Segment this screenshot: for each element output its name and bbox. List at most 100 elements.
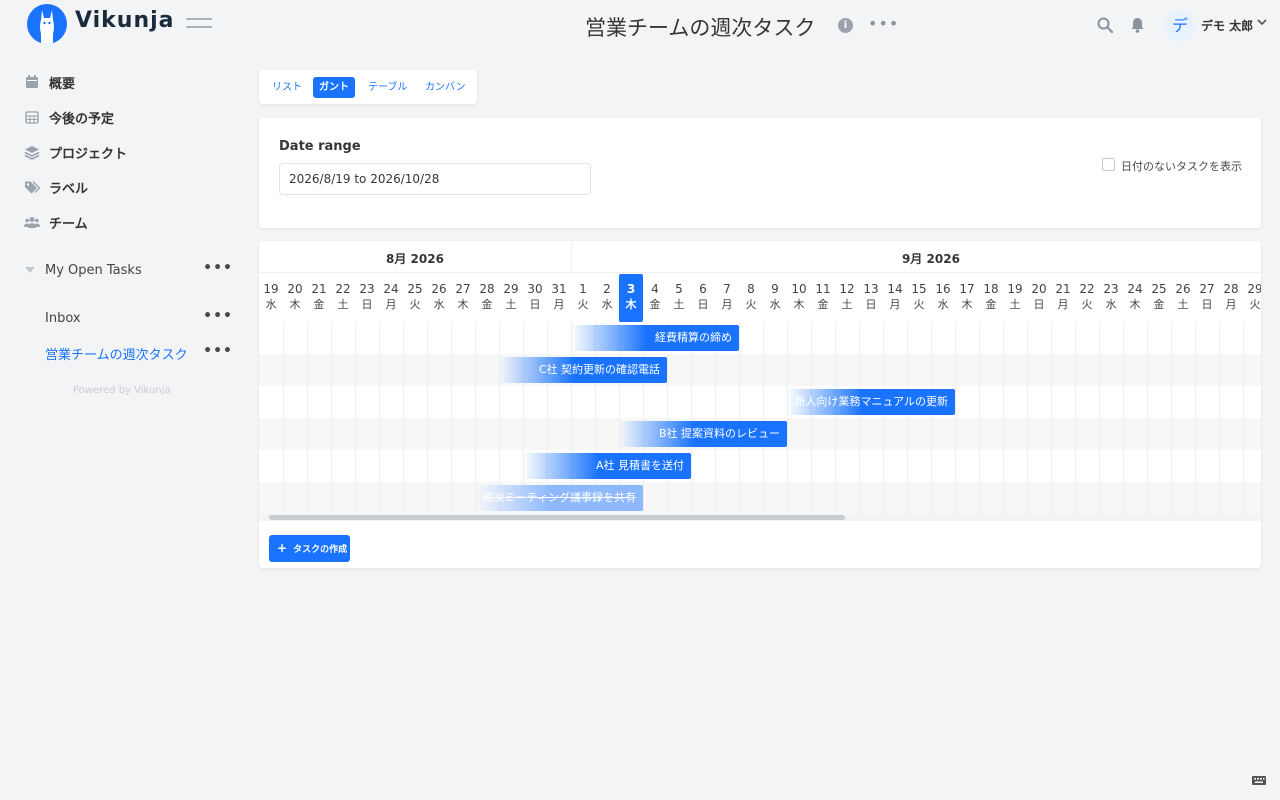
day-number: 4 <box>651 282 659 296</box>
weekday: 日 <box>865 298 877 311</box>
day-number: 27 <box>1199 282 1215 296</box>
day-label: 19 土 <box>1003 281 1027 313</box>
day-label: 29 火 <box>1243 281 1261 313</box>
day-number: 2 <box>603 282 611 296</box>
day-number: 23 <box>1103 282 1119 296</box>
weekday: 金 <box>481 298 493 311</box>
date-range-card: Date range 2026/8/19 to 2026/10/28 日付のない… <box>259 118 1261 228</box>
user-name[interactable]: デモ 太郎 <box>1201 17 1253 34</box>
create-task-button[interactable]: + タスクの作成 <box>269 535 350 562</box>
weekday: 月 <box>721 298 733 311</box>
sidebar-item-label: 概要 <box>49 76 76 92</box>
day-label: 26 土 <box>1171 281 1195 313</box>
show-undated-checkbox[interactable] <box>1102 158 1115 171</box>
weekday: 火 <box>577 298 589 311</box>
day-number: 3 <box>626 282 636 296</box>
grid-line <box>1051 322 1052 514</box>
search-icon[interactable] <box>1097 17 1113 33</box>
app-name[interactable]: Vikunja <box>75 8 175 33</box>
grid-line <box>859 322 860 514</box>
day-number: 6 <box>699 282 707 296</box>
gantt-task-bar[interactable]: 経費精算の締め <box>571 325 739 351</box>
gantt-task-bar[interactable]: 新人向け業務マニュアルの更新 <box>787 389 955 415</box>
weekday: 土 <box>841 298 853 311</box>
avatar[interactable]: デ <box>1165 11 1195 41</box>
sidebar-item-projects[interactable]: プロジェクト <box>24 141 127 163</box>
vikunja-logo-icon[interactable] <box>27 4 67 44</box>
project-more-button[interactable]: ••• <box>203 260 233 276</box>
day-number: 21 <box>311 282 327 296</box>
grid-line <box>427 322 428 514</box>
project-label: 営業チームの週次タスク <box>45 347 188 363</box>
info-icon[interactable]: i <box>838 18 853 33</box>
project-more-button[interactable]: ••• <box>868 14 899 33</box>
weekday: 水 <box>265 298 277 311</box>
sidebar-item-overview[interactable]: 概要 <box>24 71 75 93</box>
weekday: 土 <box>673 298 685 311</box>
day-label: 22 火 <box>1075 281 1099 313</box>
weekday: 日 <box>1033 298 1045 311</box>
weekday: 火 <box>745 298 757 311</box>
weekday: 木 <box>793 298 805 311</box>
chevron-down-icon[interactable] <box>1256 16 1268 28</box>
day-number: 12 <box>839 282 855 296</box>
scrollbar-thumb[interactable] <box>269 515 845 520</box>
project-more-button[interactable]: ••• <box>203 308 233 324</box>
grid-line <box>835 322 836 514</box>
sidebar-project-sales-weekly[interactable]: 営業チームの週次タスク ••• <box>24 342 236 364</box>
day-number: 25 <box>407 282 423 296</box>
weekday: 日 <box>529 298 541 311</box>
powered-by-link[interactable]: Powered by Vikunja <box>73 385 171 396</box>
weekday: 月 <box>385 298 397 311</box>
day-number: 22 <box>335 282 351 296</box>
project-more-button[interactable]: ••• <box>203 343 233 359</box>
weekday: 土 <box>1177 298 1189 311</box>
create-task-label: タスクの作成 <box>293 545 348 555</box>
project-label: Inbox <box>45 310 81 326</box>
gantt-task-bar[interactable]: 週次ミーティング議事録を共有 <box>475 485 643 511</box>
date-range-input[interactable]: 2026/8/19 to 2026/10/28 <box>279 163 591 195</box>
day-number: 16 <box>935 282 951 296</box>
day-number: 28 <box>479 282 495 296</box>
day-label: 30 日 <box>523 281 547 313</box>
show-undated-label[interactable]: 日付のないタスクを表示 <box>1121 158 1242 174</box>
weekday: 水 <box>433 298 445 311</box>
gantt-task-bar[interactable]: C社 契約更新の確認電話 <box>499 357 667 383</box>
day-label: 1火 <box>571 281 595 313</box>
sidebar-item-teams[interactable]: チーム <box>24 211 88 233</box>
day-number: 10 <box>791 282 807 296</box>
collapse-arrow-icon[interactable] <box>24 264 36 276</box>
tab-list[interactable]: リスト <box>266 77 308 98</box>
gantt-chart: 8月 2026 9月 2026 19 水 20 木 21 金 22 土 23 日 24 月 25 火 26 水… <box>259 241 1261 568</box>
day-number: 28 <box>1223 282 1239 296</box>
tab-table[interactable]: テーブル <box>362 77 413 98</box>
grid-line <box>931 322 932 514</box>
sidebar-item-labels[interactable]: ラベル <box>24 176 88 198</box>
day-number: 13 <box>863 282 879 296</box>
day-number: 11 <box>815 282 831 296</box>
tab-gantt[interactable]: ガント <box>313 77 355 98</box>
horizontal-scrollbar[interactable] <box>259 514 1261 521</box>
day-label: 20 木 <box>283 281 307 313</box>
gantt-row <box>259 322 1261 354</box>
bell-icon[interactable] <box>1130 17 1145 33</box>
sidebar-item-label: ラベル <box>49 181 89 197</box>
tab-kanban[interactable]: カンバン <box>419 77 472 98</box>
grid-line <box>1099 322 1100 514</box>
day-label: 3木 <box>619 274 643 322</box>
gantt-task-bar[interactable]: A社 見積書を送付 <box>523 453 691 479</box>
keyboard-icon[interactable] <box>1252 776 1266 785</box>
sidebar-project-inbox[interactable]: Inbox ••• <box>24 307 236 329</box>
day-label: 27 日 <box>1195 281 1219 313</box>
grid-line <box>355 322 356 514</box>
calendar-grid-icon <box>25 111 39 124</box>
day-number: 26 <box>1175 282 1191 296</box>
sidebar-item-upcoming[interactable]: 今後の予定 <box>24 106 114 128</box>
grid-line <box>883 322 884 514</box>
gantt-task-bar[interactable]: B社 提案資料のレビュー <box>619 421 787 447</box>
gantt-row <box>259 482 1261 514</box>
grid-line <box>283 322 284 514</box>
grid-line <box>307 322 308 514</box>
menu-toggle-button[interactable] <box>186 18 212 32</box>
sidebar-project-my-open-tasks[interactable]: My Open Tasks ••• <box>24 259 236 281</box>
